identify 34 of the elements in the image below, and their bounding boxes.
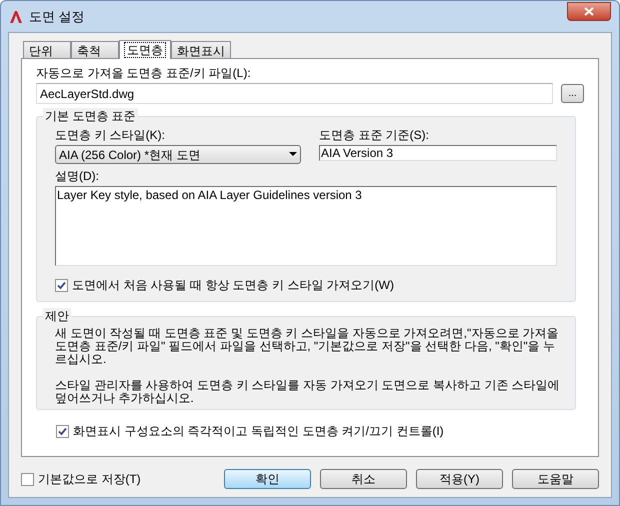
field-label: 도면층 표준 기준(S): bbox=[319, 127, 430, 143]
dialog-button[interactable]: 적용(Y) bbox=[416, 469, 503, 489]
tab[interactable]: 축척 bbox=[71, 41, 119, 58]
group-title: 제안 bbox=[43, 308, 71, 324]
field-label: 도면층 키 스타일(K): bbox=[55, 127, 166, 143]
checkmark-icon bbox=[58, 426, 67, 436]
checkbox[interactable] bbox=[56, 424, 69, 438]
checkbox-label: 도면에서 처음 사용될 때 항상 도면층 키 스타일 가져오기(W) bbox=[72, 277, 394, 294]
dialog-button[interactable]: 도움말 bbox=[512, 469, 599, 489]
field-label: 설명(D): bbox=[55, 168, 100, 184]
tab[interactable]: 단위 bbox=[23, 41, 71, 58]
dropdown-arrow-icon bbox=[289, 152, 297, 157]
tab[interactable]: 화면표시 bbox=[171, 41, 231, 58]
suggestion-text: 새 도면이 작성될 때 도면층 표준 및 도면층 키 스타일을 자동으로 가져오려면,"자동으로 가져올 도면층 표준/키 파일" 필드에서 파일을 선택하고, "기본값으로 저장"을 선택한 다음, "확인"을 누르십시오. bbox=[55, 327, 560, 366]
close-button[interactable] bbox=[567, 2, 611, 21]
dialog-button[interactable]: 확인 bbox=[224, 469, 311, 489]
group-title: 기본 도면층 표준 bbox=[43, 108, 138, 124]
app-logo-icon bbox=[9, 10, 23, 24]
browse-button[interactable]: ... bbox=[561, 84, 584, 103]
close-icon bbox=[584, 7, 594, 16]
dialog-button[interactable]: 취소 bbox=[320, 469, 407, 489]
checkmark-icon bbox=[57, 280, 66, 290]
checkbox-label: 화면표시 구성요소의 즉각적이고 독립적인 도면층 켜기/끄기 컨트롤(I) bbox=[73, 423, 444, 440]
window-title: 도면 설정 bbox=[29, 8, 85, 26]
checkbox[interactable] bbox=[55, 278, 68, 292]
description-field[interactable]: Layer Key style, based on AIA Layer Guidelines version 3 bbox=[55, 186, 557, 266]
file-field[interactable]: AecLayerStd.dwg bbox=[36, 83, 553, 104]
checkbox[interactable] bbox=[21, 472, 34, 486]
checkbox-label: 기본값으로 저장(T) bbox=[38, 471, 141, 488]
standard-field[interactable]: AIA Version 3 bbox=[319, 145, 557, 161]
field-label: 자동으로 가져올 도면층 표준/키 파일(L): bbox=[36, 65, 252, 81]
suggestion-text: 스타일 관리자를 사용하여 도면층 키 스타일를 자동 가져오기 도면으로 복사하고 기존 스타일에 덮어쓰거나 추가하십시오. bbox=[55, 379, 561, 405]
tab[interactable]: 도면층 bbox=[119, 40, 171, 59]
style-dropdown[interactable]: AIA (256 Color) *현재 도면 bbox=[55, 145, 301, 164]
